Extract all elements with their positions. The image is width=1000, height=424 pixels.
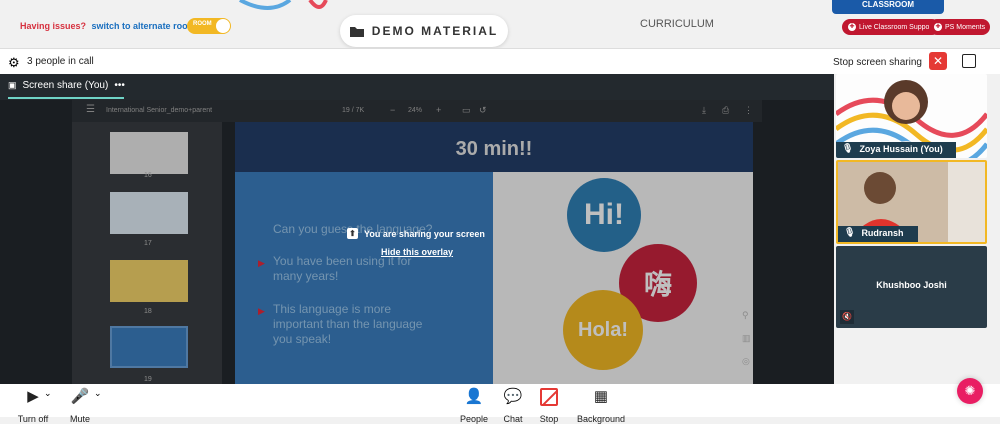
people-button[interactable]: 👤 People [460,388,488,424]
screen-share-label: Screen share (You) [22,80,109,91]
ps-moments-label: PS Moments [945,23,986,31]
live-support-label: Live Classroom Support [859,23,934,31]
ps-moments-button[interactable]: ✚ PS Moments [929,19,991,35]
sharing-overlay [0,100,834,384]
stop-share-icon [540,388,558,406]
moments-icon: ✚ [934,23,942,31]
background-label: Background [576,414,626,424]
more-options-icon[interactable]: ••• [114,80,125,91]
top-bar: Having issues? switch to alternate room … [0,0,1000,47]
bottom-controls: ▶ Turn off ⌄ 🎤 Mute ⌄ 👤 People 💬 Chat St… [0,384,1000,424]
participant-name: Zoya Hussain (You) [859,143,943,154]
switch-window-icon[interactable] [962,54,976,68]
participant-name: Khushboo Joshi [876,280,947,290]
stop-label: Stop [539,414,559,424]
room-toggle[interactable]: ROOM [187,18,231,34]
sharing-message-text: You are sharing your screen [364,228,485,239]
tab-underline [8,97,124,99]
chat-label: Chat [503,414,523,424]
mic-label: Mute [69,414,91,424]
room-toggle-label: ROOM [193,21,212,27]
chat-icon: 💬 [503,388,523,405]
stop-share-button[interactable]: Stop [538,388,560,424]
participant-tile-2[interactable]: 🎙 Rudransh [836,160,987,244]
present-icon: ▣ [8,80,17,90]
participant-name-2: 🎙 Rudransh [844,227,903,238]
decorative-arc [239,0,328,10]
participant-tile-3[interactable]: Khushboo Joshi 🔇 [836,246,987,328]
participant-name-1: 🎙 Zoya Hussain (You) [842,143,943,154]
alternate-room-link[interactable]: switch to alternate room [92,21,196,31]
camera-label: Turn off [17,414,49,424]
folder-icon [349,26,364,37]
issue-text: Having issues? [20,21,87,31]
curriculum-tab[interactable]: CURRICULUM [640,18,714,30]
screen-share-stage: ▣ Screen share (You) ••• ☰ International… [0,74,834,384]
participant-name: Rudransh [861,227,904,238]
share-upload-icon: ⬆ [347,228,358,239]
chevron-down-icon[interactable]: ⌄ [44,388,52,399]
sharing-message: ⬆ You are sharing your screen [347,228,485,239]
mic-icon: 🎙 [844,227,856,237]
people-icon: 👤 [464,388,484,405]
chevron-down-icon[interactable]: ⌄ [94,388,102,399]
call-header: ⚙ 3 people in call Stop screen sharing ✕ [0,48,1000,74]
chat-button[interactable]: 💬 Chat [502,388,524,424]
issue-notice: Having issues? switch to alternate room [20,21,196,31]
stop-sharing-button[interactable]: ✕ [929,52,947,70]
mic-icon: 🎙 [842,143,854,153]
live-support-button[interactable]: ✚ Live Classroom Support [842,19,940,35]
people-count: 3 people in call [27,56,94,67]
microphone-icon: 🎤 [70,388,90,405]
stop-sharing-label: Stop screen sharing [833,57,922,68]
gear-icon[interactable]: ⚙ [8,55,20,71]
people-label: People [459,414,489,424]
demo-material-button[interactable]: DEMO MATERIAL [340,15,508,47]
background-button[interactable]: ▦ Background [577,388,625,424]
hide-overlay-link[interactable]: Hide this overlay [381,247,453,257]
screen-share-tab[interactable]: ▣ Screen share (You) ••• [8,80,125,99]
support-icon: ✚ [848,23,856,31]
mic-button[interactable]: 🎤 Mute [70,388,90,424]
participant-tile-1[interactable]: 🎙 Zoya Hussain (You) [836,74,987,158]
mic-muted-icon: 🔇 [840,310,854,324]
classroom-tag: CLASSROOM [832,0,944,14]
demo-material-label: DEMO MATERIAL [371,24,499,38]
toggle-knob [216,19,230,33]
participant-panel: 🎙 Zoya Hussain (You) 🎙 Rudransh Khushboo… [834,74,1000,384]
background-icon: ▦ [593,388,609,405]
brain-icon[interactable]: ✺ [957,378,983,404]
